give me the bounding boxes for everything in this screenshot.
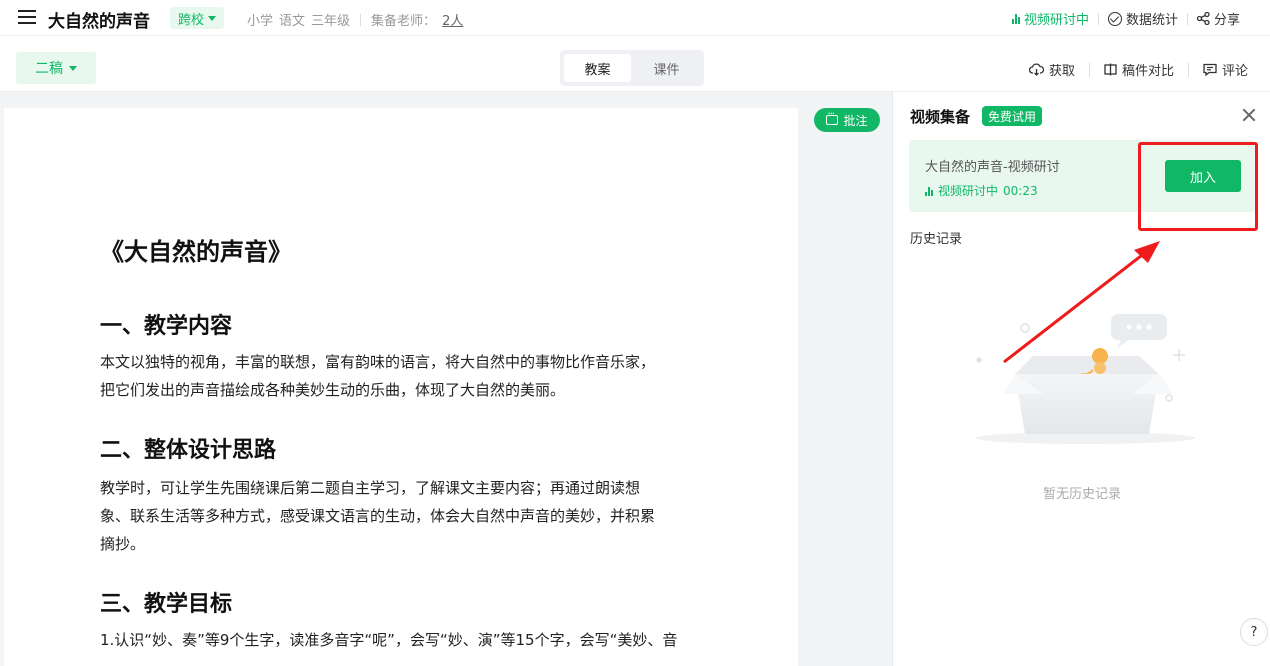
section-paragraph: 本文以独特的视角，丰富的联想，富有韵味的语言，将大自然中的事物比作音乐家， 把它…	[100, 348, 700, 404]
help-button[interactable]: ?	[1240, 618, 1268, 646]
paragraph-line: 把它们发出的声音描绘成各种美妙生动的乐曲，体现了大自然的美丽。	[100, 381, 566, 399]
toolbar-actions: 获取 稿件对比 评论	[1028, 60, 1248, 79]
cloud-download-icon	[1028, 63, 1044, 76]
paragraph-line: 象、联系生活等多种方式，感受课文语言的生动，体会大自然中声音的美妙，并积累	[100, 507, 656, 525]
teachers-count-link[interactable]: 2人	[442, 10, 463, 29]
free-trial-badge: 免费试用	[982, 106, 1043, 126]
session-timer: 00:23	[1003, 183, 1038, 198]
teachers-label: 集备老师：	[371, 14, 437, 29]
chevron-down-icon	[69, 65, 77, 71]
session-name: 大自然的声音-视频研讨	[925, 160, 1060, 175]
highlight-annotation-box	[1138, 142, 1258, 231]
page-title: 大自然的声音	[48, 12, 150, 32]
tab-courseware[interactable]: 课件	[633, 54, 700, 82]
paragraph-line: 本文以独特的视角，丰富的联想，富有韵味的语言，将大自然中的事物比作音乐家，	[100, 353, 656, 371]
toolbar: 二稿 教案 课件 获取 稿件对比 评论	[0, 36, 1270, 92]
section-paragraph: 教学时，可让学生先围绕课后第二题自主学习，了解课文主要内容；再通过朗读想 象、联…	[100, 474, 700, 558]
compare-label: 稿件对比	[1121, 64, 1174, 79]
panel-title: 视频集备	[910, 108, 971, 126]
empty-history-text: 暂无历史记录	[1042, 487, 1121, 502]
annotation-icon	[826, 109, 839, 125]
scope-dropdown[interactable]: 跨校	[170, 7, 225, 29]
scope-label: 跨校	[178, 12, 205, 28]
check-circle-icon	[1107, 11, 1122, 26]
menu-icon[interactable]	[18, 10, 36, 24]
signal-bars-icon	[925, 186, 933, 196]
session-status: 视频研讨中 00:23	[925, 182, 1038, 199]
comment-button[interactable]: 评论	[1203, 60, 1248, 79]
divider	[1187, 62, 1189, 77]
paragraph-line: 1.认识“妙、奏”等9个生字，读准多音字“呢”，会写“妙、演”等15个字，会写“…	[100, 631, 678, 649]
data-stats-button[interactable]: 数据统计	[1107, 9, 1178, 28]
top-header: 大自然的声音 跨校 小学 语文 三年级 集备老师： 2人 视频研讨中 数据统计	[0, 0, 1270, 36]
share-label: 分享	[1213, 13, 1240, 28]
section-heading: 二、整体设计思路	[100, 438, 277, 463]
draft-label: 二稿	[35, 61, 63, 77]
divider	[1088, 62, 1090, 77]
draft-version-dropdown[interactable]: 二稿	[16, 52, 96, 84]
meta-grade: 三年级	[311, 14, 351, 29]
paragraph-line: 教学时，可让学生先围绕课后第二题自主学习，了解课文主要内容；再通过朗读想	[100, 479, 641, 497]
meta-level: 小学	[247, 14, 274, 29]
document-page[interactable]: 《大自然的声音》 一、教学内容 本文以独特的视角，丰富的联想，富有韵味的语言，将…	[4, 108, 798, 666]
comment-label: 评论	[1221, 64, 1248, 79]
history-heading: 历史记录	[910, 232, 963, 247]
chevron-down-icon	[208, 15, 217, 21]
meta-subject: 语文	[279, 14, 306, 29]
signal-bars-icon	[1011, 13, 1020, 24]
divider	[1097, 12, 1099, 25]
fetch-button[interactable]: 获取	[1028, 60, 1075, 79]
comment-icon	[1203, 63, 1217, 76]
content-tabs: 教案 课件	[560, 50, 704, 86]
document-title: 《大自然的声音》	[100, 238, 292, 266]
share-icon	[1196, 12, 1210, 25]
section-heading: 一、教学内容	[100, 314, 233, 339]
paragraph-line: 摘抄。	[100, 535, 146, 553]
compare-drafts-button[interactable]: 稿件对比	[1104, 60, 1174, 79]
data-stats-label: 数据统计	[1125, 13, 1178, 28]
tab-lesson-plan[interactable]: 教案	[564, 54, 631, 82]
compare-icon	[1104, 63, 1117, 76]
annotate-label: 批注	[843, 113, 868, 128]
divider	[360, 13, 362, 26]
annotate-button[interactable]: 批注	[814, 108, 880, 132]
live-discussion-button[interactable]: 视频研讨中	[1011, 9, 1089, 28]
fetch-label: 获取	[1048, 64, 1075, 79]
section-heading: 三、教学目标	[100, 592, 233, 617]
live-discussion-label: 视频研讨中	[1023, 13, 1089, 28]
close-icon[interactable]	[1242, 108, 1256, 122]
empty-box-illustration	[975, 314, 1195, 444]
meta-info: 小学 语文 三年级 集备老师： 2人	[247, 10, 463, 29]
header-actions: 视频研讨中 数据统计 分享	[1011, 9, 1240, 28]
section-paragraph: 1.认识“妙、奏”等9个生字，读准多音字“呢”，会写“妙、演”等15个字，会写“…	[100, 626, 700, 654]
share-button[interactable]: 分享	[1196, 9, 1240, 28]
session-status-label: 视频研讨中	[938, 184, 999, 198]
divider	[1186, 12, 1188, 25]
